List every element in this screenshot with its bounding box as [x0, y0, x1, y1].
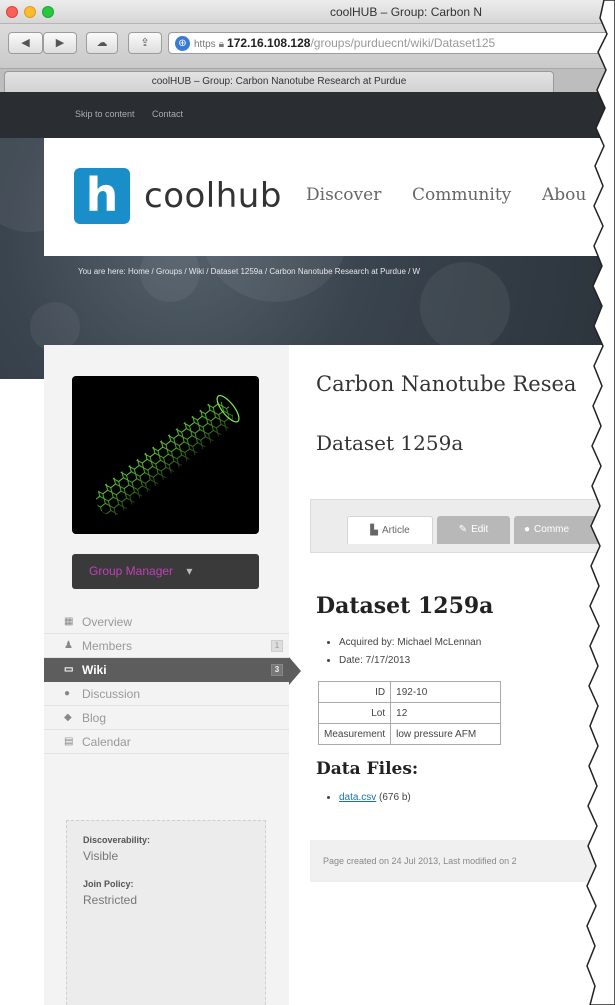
address-bar[interactable]: ⊕ https 🔒︎ 172.16.108.128/groups/purduecnt/… [168, 32, 615, 54]
table-row: Measurement low pressure AFM [317, 723, 502, 745]
share-button[interactable]: ⇪ [128, 32, 162, 54]
logo-text[interactable]: coolhub [144, 176, 282, 216]
url-scheme: https [194, 39, 216, 50]
lock-icon: 🔒︎ [218, 39, 225, 50]
back-button[interactable]: ◀ [8, 32, 43, 54]
members-icon: ♟ [64, 640, 73, 651]
group-sidebar: Group Manager ▾ ▦ Overview ♟ Members 1 ▭… [44, 345, 301, 1005]
table-key: Lot [317, 702, 392, 724]
group-info-box: Discoverability: Visible Join Policy: Re… [66, 820, 266, 1005]
dataset-table: ID 192-10 Lot 12 Measurement low pressur… [317, 681, 502, 745]
article-icon: ▙ [370, 525, 378, 536]
table-value: 192-10 [390, 681, 502, 703]
nav-discover[interactable]: Discover [306, 185, 381, 205]
sidebar-item-wiki[interactable]: ▭ Wiki 3 [44, 657, 301, 685]
globe-icon: ⊕ [175, 36, 190, 51]
contact-link[interactable]: Contact [152, 109, 183, 119]
icloud-tabs-button[interactable]: ☁ [86, 32, 118, 54]
sidebar-item-label: Blog [82, 711, 107, 725]
tab-strip: coolHUB – Group: Carbon Nanotube Researc… [0, 68, 615, 93]
close-window-button[interactable] [6, 6, 18, 18]
list-item: Acquired by: Michael McLennan [339, 634, 481, 652]
skip-to-content-link[interactable]: Skip to content [75, 109, 135, 119]
chevron-down-icon: ▾ [186, 564, 193, 578]
group-manager-label: Group Manager [89, 564, 174, 578]
table-row: Lot 12 [317, 702, 502, 724]
data-files-list: data.csv (676 b) [327, 792, 411, 803]
window-titlebar: coolHUB – Group: Carbon N [0, 0, 615, 24]
file-size: (676 b) [379, 792, 411, 803]
comment-icon: ● [524, 524, 531, 535]
dataset-details-list: Acquired by: Michael McLennan Date: 7/17… [327, 634, 481, 670]
sidebar-item-label: Discussion [82, 687, 141, 701]
sidebar-item-label: Overview [82, 615, 133, 629]
tab-comments-label: Comme [534, 524, 570, 535]
table-value: 12 [390, 702, 502, 724]
overview-icon: ▦ [64, 616, 74, 627]
sidebar-item-overview[interactable]: ▦ Overview [44, 610, 289, 634]
logo-icon[interactable]: h [74, 168, 130, 224]
forward-button[interactable]: ▶ [43, 32, 77, 54]
wiki-count-badge: 3 [271, 664, 283, 676]
url-path: /groups/purduecnt/wiki/Dataset125 [310, 36, 496, 50]
data-file-link[interactable]: data.csv [339, 792, 376, 803]
utility-bar: Skip to content Contact [0, 92, 615, 138]
blog-icon: ◆ [64, 712, 72, 723]
web-page: Skip to content Contact h coolhub Discov… [0, 92, 615, 1005]
tab-article-label: Article [381, 525, 410, 536]
zoom-window-button[interactable] [42, 6, 54, 18]
sidebar-item-label: Wiki [82, 663, 107, 677]
sidebar-item-label: Calendar [82, 735, 131, 749]
table-value: low pressure AFM [390, 723, 502, 745]
wiki-tabs: ▙ Article ✎ Edit ● Comme [310, 499, 615, 553]
members-count-badge: 1 [271, 640, 283, 652]
main-content: Carbon Nanotube Resea Dataset 1259a ▙ Art… [289, 345, 615, 1005]
list-item: Date: 7/17/2013 [339, 652, 481, 670]
sidebar-item-discussion[interactable]: ● Discussion [44, 682, 289, 706]
tab-article[interactable]: ▙ Article [347, 516, 433, 544]
page-footer-note: Page created on 24 Jul 2013, Last modifi… [310, 840, 615, 882]
list-item: data.csv (676 b) [339, 792, 411, 803]
discoverability-label: Discoverability: [83, 835, 151, 845]
join-policy-value: Restricted [83, 893, 138, 907]
url-host: 172.16.108.128 [227, 36, 311, 50]
group-title: Carbon Nanotube Resea [316, 372, 577, 396]
pencil-icon: ✎ [458, 524, 468, 535]
group-manager-button[interactable]: Group Manager ▾ [72, 554, 259, 589]
window-title: coolHUB – Group: Carbon N [330, 5, 483, 19]
nav-about[interactable]: Abou [542, 185, 586, 205]
browser-toolbar: ◀ ▶ ☁ ⇪ ⊕ https 🔒︎ 172.16.108.128/groups/pu… [0, 24, 615, 68]
join-policy-label: Join Policy: [83, 879, 134, 889]
discussion-icon: ● [64, 688, 71, 699]
article-heading: Dataset 1259a [316, 593, 494, 619]
nanotube-image [96, 395, 240, 516]
calendar-icon: ▤ [64, 736, 74, 747]
sidebar-item-calendar[interactable]: ▤ Calendar [44, 730, 289, 754]
data-files-heading: Data Files: [316, 759, 419, 779]
page-title: Dataset 1259a [316, 431, 464, 455]
breadcrumb[interactable]: You are here: Home / Groups / Wiki / Dat… [78, 267, 420, 276]
group-image [72, 376, 259, 534]
table-key: Measurement [317, 723, 392, 745]
tab-edit[interactable]: ✎ Edit [437, 516, 510, 544]
content-area: Group Manager ▾ ▦ Overview ♟ Members 1 ▭… [44, 345, 615, 1005]
sidebar-item-blog[interactable]: ◆ Blog [44, 706, 289, 730]
site-header: h coolhub Discover Community Abou [44, 138, 615, 256]
wiki-icon: ▭ [64, 664, 74, 675]
tab-edit-label: Edit [471, 524, 489, 535]
sidebar-item-members[interactable]: ♟ Members 1 [44, 634, 289, 658]
nav-community[interactable]: Community [412, 185, 511, 205]
minimize-window-button[interactable] [24, 6, 36, 18]
discoverability-value: Visible [83, 849, 119, 863]
table-row: ID 192-10 [317, 681, 502, 703]
browser-tab[interactable]: coolHUB – Group: Carbon Nanotube Researc… [4, 71, 554, 93]
table-key: ID [317, 681, 392, 703]
tab-comments[interactable]: ● Comme [514, 516, 615, 544]
sidebar-item-label: Members [82, 639, 133, 653]
